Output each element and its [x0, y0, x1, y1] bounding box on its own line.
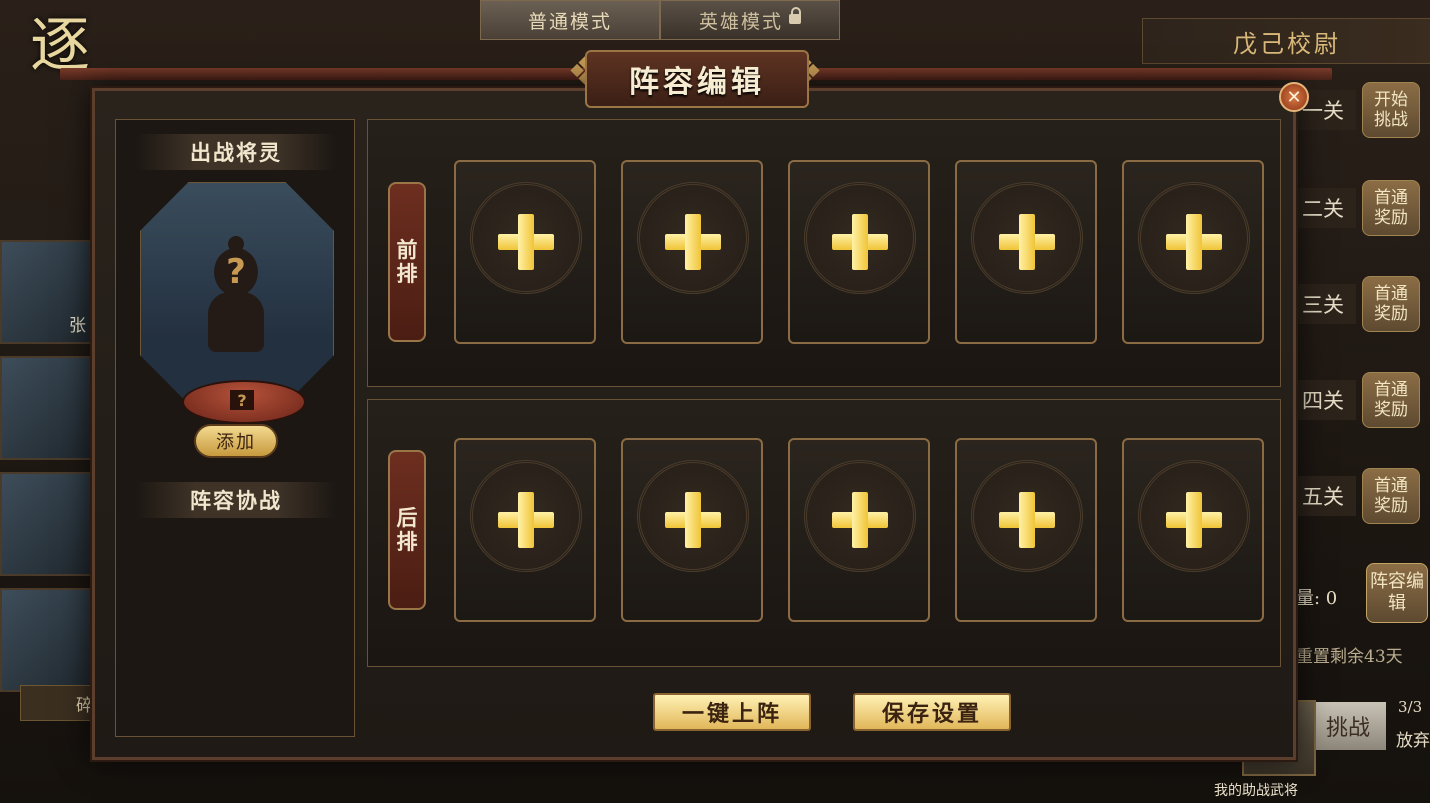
plus-icon — [832, 492, 888, 548]
lineup-edit-modal: 出战将灵 ? ? 添加 阵容协战 前排 后排 一键上阵 保存设置 — [92, 88, 1296, 760]
question-mark-icon: ? — [230, 390, 254, 410]
stage-label: 五关 — [1290, 476, 1356, 516]
front-slot-5[interactable] — [1122, 160, 1264, 344]
pedestal: ? — [182, 380, 306, 424]
save-settings-button[interactable]: 保存设置 — [853, 693, 1011, 731]
front-slot-3[interactable] — [788, 160, 930, 344]
stage-row: 五关 首通奖励 — [1290, 468, 1430, 524]
first-clear-reward-button[interactable]: 首通奖励 — [1362, 372, 1420, 428]
general-slot[interactable]: ? ? — [134, 182, 338, 426]
stage-row: 三关 首通奖励 — [1290, 276, 1430, 332]
tab-label: 英雄模式 — [698, 10, 783, 33]
first-clear-reward-button[interactable]: 首通奖励 — [1362, 180, 1420, 236]
front-slot-1[interactable] — [454, 160, 596, 344]
portrait-card[interactable] — [0, 588, 92, 692]
back-slot-3[interactable] — [788, 438, 930, 622]
back-slot-1[interactable] — [454, 438, 596, 622]
plus-icon — [999, 214, 1055, 270]
portrait-card[interactable] — [0, 356, 92, 460]
add-general-button[interactable]: 添加 — [194, 424, 278, 458]
tab-hero-mode[interactable]: 英雄模式 — [660, 0, 840, 40]
unknown-general-silhouette: ? — [206, 236, 266, 356]
plus-icon — [1166, 214, 1222, 270]
question-mark-icon: ? — [226, 252, 246, 292]
helper-general-label: 我的助战武将 — [1214, 783, 1298, 799]
shard-button[interactable]: 碎 — [20, 685, 100, 721]
back-row-banner: 后排 — [388, 450, 426, 610]
stage-label: 三关 — [1290, 284, 1356, 324]
plus-icon — [832, 214, 888, 270]
start-challenge-button[interactable]: 开始挑战 — [1362, 82, 1420, 138]
stage-row: 二关 首通奖励 — [1290, 180, 1430, 236]
auto-deploy-button[interactable]: 一键上阵 — [653, 693, 811, 731]
plus-icon — [498, 214, 554, 270]
close-icon: ✕ — [1286, 86, 1302, 108]
tab-label: 普通模式 — [527, 10, 612, 33]
plus-icon — [1166, 492, 1222, 548]
back-slot-4[interactable] — [955, 438, 1097, 622]
front-row: 前排 — [367, 119, 1281, 387]
modal-title: 阵容编辑 — [629, 65, 765, 100]
front-slot-4[interactable] — [955, 160, 1097, 344]
attempts-count: 3/3 — [1398, 698, 1423, 716]
stage-row: 一关 开始挑战 — [1290, 82, 1430, 138]
first-clear-reward-button[interactable]: 首通奖励 — [1362, 276, 1420, 332]
plus-icon — [665, 214, 721, 270]
portrait-name: 张 — [69, 316, 86, 336]
plus-icon — [665, 492, 721, 548]
back-slot-2[interactable] — [621, 438, 763, 622]
portrait-card[interactable]: 张 — [0, 240, 92, 344]
reset-timer: 重置剩余43天 — [1296, 647, 1403, 667]
general-panel: 出战将灵 ? ? 添加 阵容协战 — [115, 119, 355, 737]
lineup-edit-button[interactable]: 阵容编辑 — [1366, 563, 1428, 623]
lock-icon — [789, 7, 801, 24]
stage-label: 四关 — [1290, 380, 1356, 420]
front-slot-2[interactable] — [621, 160, 763, 344]
heading-deploy-general: 出战将灵 — [136, 134, 336, 170]
mode-tabs: 普通模式 英雄模式 — [480, 0, 840, 40]
back-slot-5[interactable] — [1122, 438, 1264, 622]
assist-count: 量: 0 — [1296, 588, 1338, 609]
first-clear-reward-button[interactable]: 首通奖励 — [1362, 468, 1420, 524]
portrait-card[interactable] — [0, 472, 92, 576]
close-button[interactable]: ✕ — [1279, 82, 1309, 112]
stage-title: 戊己校尉 — [1142, 18, 1430, 64]
modal-title-plate: 阵容编辑 — [585, 50, 809, 108]
shard-label: 碎 — [76, 695, 93, 716]
tab-normal-mode[interactable]: 普通模式 — [480, 0, 660, 40]
left-portraits: 张 — [0, 240, 92, 704]
abandon-button[interactable]: 放弃 — [1396, 726, 1430, 751]
front-row-banner: 前排 — [388, 182, 426, 342]
stage-row: 四关 首通奖励 — [1290, 372, 1430, 428]
heading-lineup-assist: 阵容协战 — [136, 482, 336, 518]
plus-icon — [999, 492, 1055, 548]
plus-icon — [498, 492, 554, 548]
back-row: 后排 — [367, 399, 1281, 667]
stage-label: 二关 — [1290, 188, 1356, 228]
